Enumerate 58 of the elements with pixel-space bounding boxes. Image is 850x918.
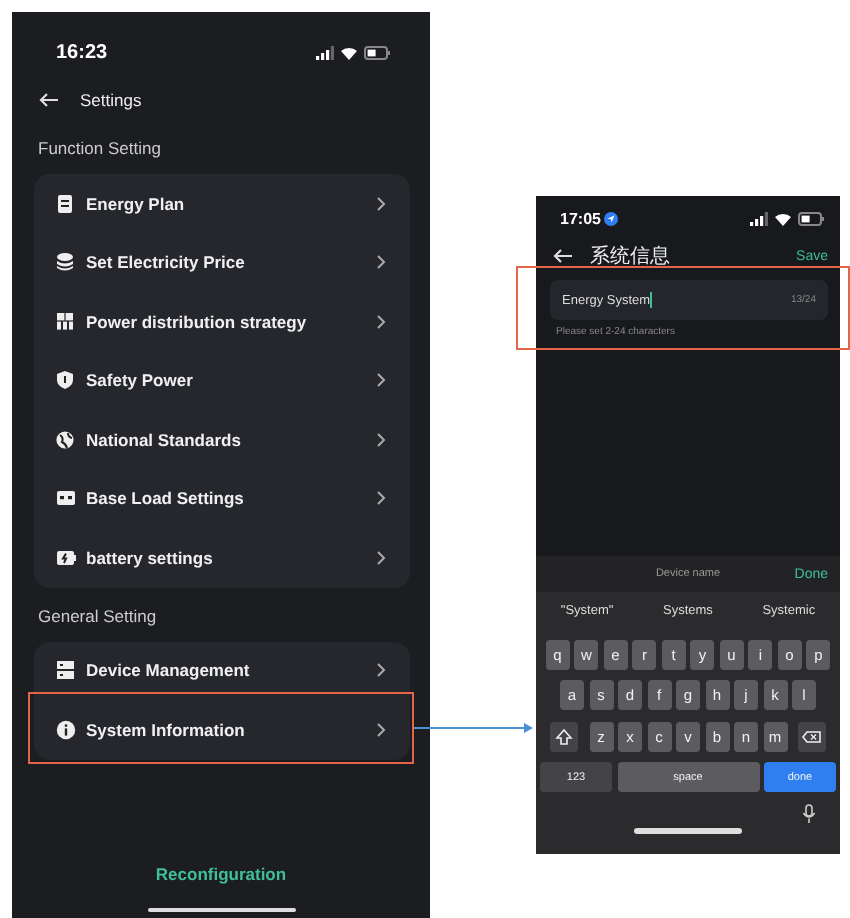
coin-stack-icon (56, 252, 76, 273)
settings-item[interactable]: Energy Plan (34, 174, 410, 233)
item-label: National Standards (86, 429, 243, 450)
item-label: Device Management (86, 660, 252, 681)
chevron-icon (376, 721, 386, 738)
screen-title: 系统信息 (590, 243, 672, 270)
chevron-icon (376, 254, 386, 271)
settings-item[interactable]: Base Load Settings (34, 469, 410, 528)
load-box-icon (56, 488, 76, 509)
text-cursor (650, 292, 653, 308)
location-icon (604, 211, 619, 225)
signal-icon (750, 211, 768, 225)
back-icon[interactable] (552, 248, 574, 264)
globe-icon (56, 429, 76, 450)
screen-title: Settings (80, 90, 142, 110)
signal-icon (316, 45, 334, 59)
battery-icon (364, 45, 390, 59)
section-title: Function Setting (36, 136, 163, 162)
item-label: Base Load Settings (86, 488, 246, 509)
wifi-icon (774, 211, 792, 225)
settings-item[interactable]: Safety Power (34, 351, 410, 410)
chevron-icon (376, 195, 386, 212)
item-label: Safety Power (86, 370, 195, 391)
settings-item[interactable]: Device Management (34, 641, 410, 700)
reconfiguration-link[interactable]: Reconfiguration (155, 863, 287, 883)
server-icon (56, 660, 76, 681)
chevron-icon (376, 372, 386, 389)
status-time: 17:05 (560, 209, 601, 227)
item-label: Set Electricity Price (86, 252, 247, 273)
section-title: General Setting (36, 603, 159, 630)
item-label: Energy Plan (86, 193, 187, 214)
grid-icon (56, 311, 76, 332)
battery-icon (798, 211, 824, 225)
home-indicator (634, 828, 742, 833)
item-label: Power distribution strategy (86, 311, 309, 332)
chevron-icon (376, 549, 386, 566)
wifi-icon (340, 45, 358, 59)
shield-icon (56, 370, 76, 391)
settings-item[interactable]: National Standards (34, 410, 410, 469)
chevron-icon (376, 490, 386, 507)
settings-item[interactable]: Power distribution strategy (34, 292, 410, 351)
connector-arrow (414, 720, 534, 736)
settings-item[interactable]: System Information (34, 700, 410, 759)
battery-icon (56, 547, 76, 568)
item-label: battery settings (86, 547, 215, 568)
status-time: 16:23 (56, 41, 108, 63)
item-label: System Information (86, 719, 247, 740)
backspace-icon[interactable] (798, 721, 826, 751)
document-icon (56, 193, 76, 214)
chevron-icon (376, 313, 386, 330)
chevron-icon (376, 662, 386, 679)
info-icon (56, 719, 76, 740)
chevron-icon (376, 431, 386, 448)
settings-item[interactable]: battery settings (34, 528, 410, 587)
back-icon[interactable] (38, 92, 60, 108)
shift-icon[interactable] (550, 721, 578, 751)
microphone-icon[interactable] (802, 804, 816, 824)
settings-item[interactable]: Set Electricity Price (34, 233, 410, 292)
